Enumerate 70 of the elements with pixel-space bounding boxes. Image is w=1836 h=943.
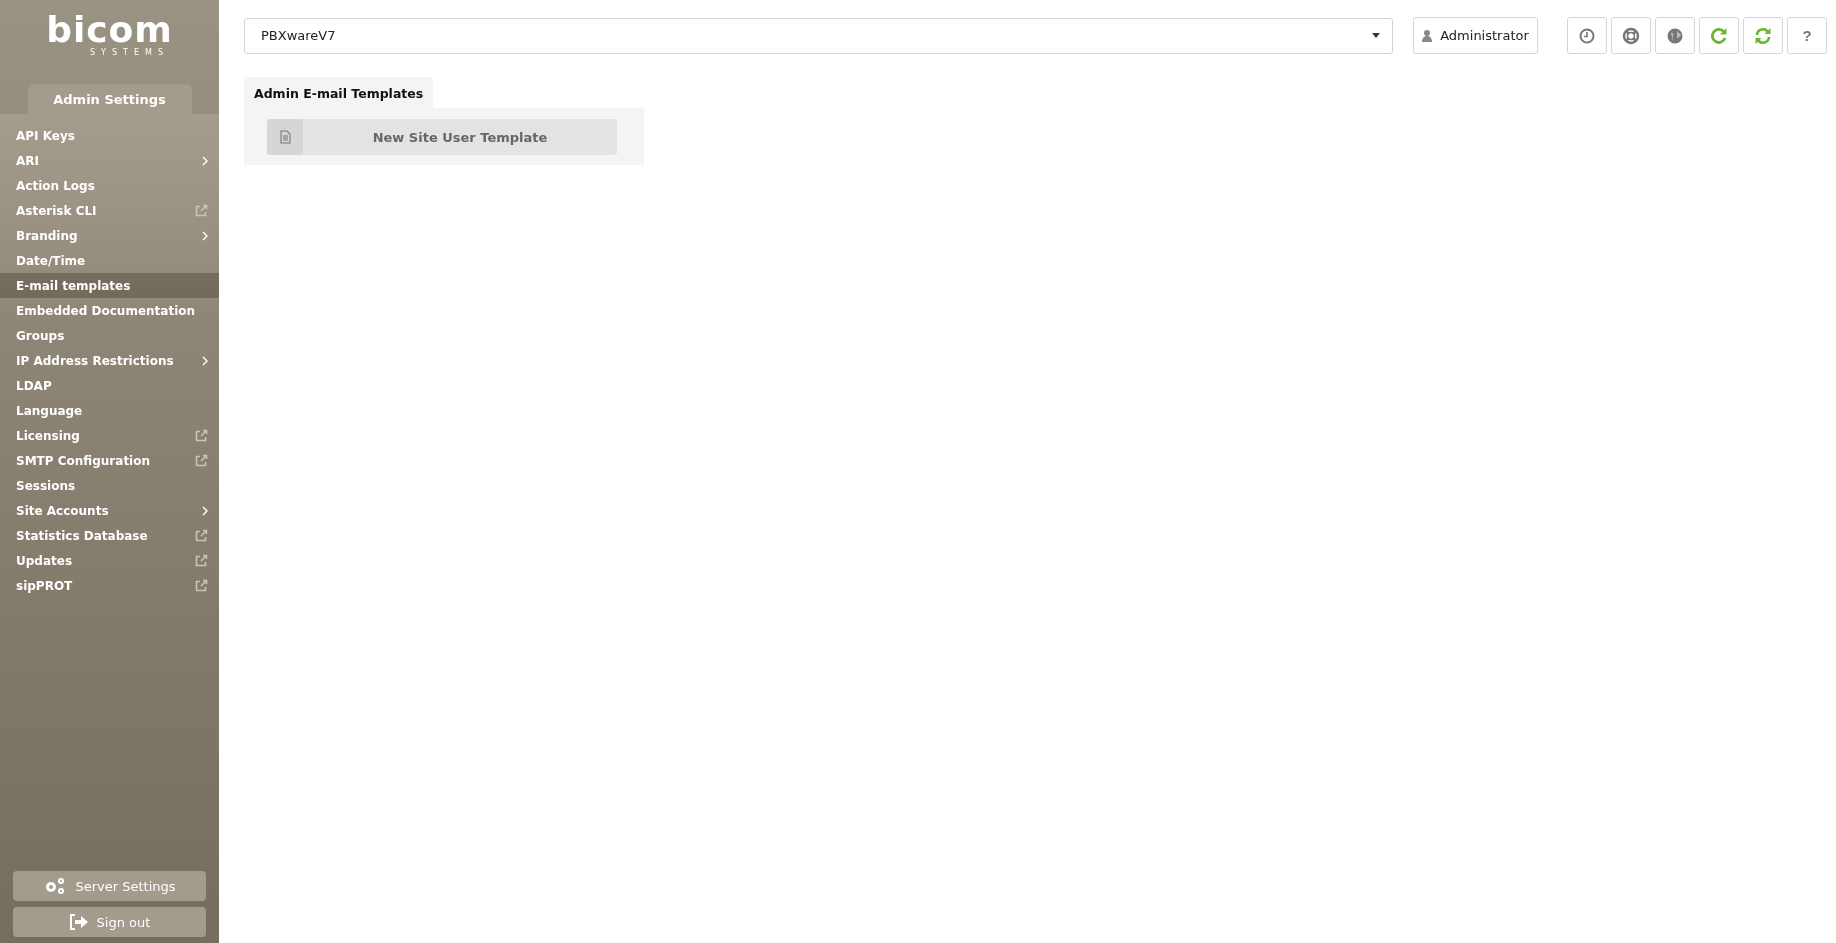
menu-label: Sessions (16, 478, 76, 493)
logo: bicom (46, 12, 173, 48)
external-link-icon (194, 528, 208, 543)
menu-label: Embedded Documentation (16, 303, 196, 318)
sync-icon (1754, 26, 1772, 45)
content-tab[interactable]: Admin E-mail Templates (244, 77, 434, 108)
menu-label: LDAP (16, 378, 52, 393)
menu-label: Licensing (16, 428, 80, 443)
sign-out-button[interactable]: Sign out (13, 907, 206, 937)
reload-button[interactable] (1699, 17, 1739, 54)
menu-label: SMTP Configuration (16, 453, 150, 468)
menu-label: E-mail templates (16, 278, 131, 293)
menu-label: Date/Time (16, 253, 86, 268)
caret-icon (1372, 33, 1380, 38)
menu-label: API Keys (16, 128, 75, 143)
menu-item[interactable]: Statistics Database (0, 523, 219, 548)
menu-label: Language (16, 403, 83, 418)
logo-tagline: SYSTEMS (90, 48, 169, 57)
clock-icon (1579, 27, 1595, 44)
external-link-icon (194, 553, 208, 568)
lifebuoy-icon (1622, 26, 1640, 45)
menu-label: Groups (16, 328, 65, 343)
chevron-icon (202, 355, 208, 366)
user-icon (1422, 29, 1433, 42)
menu-label: sipPROT (16, 578, 73, 593)
menu-item[interactable]: sipPROT (0, 573, 219, 598)
menu-label: IP Address Restrictions (16, 353, 174, 368)
sign-out-icon (68, 913, 89, 931)
menu-item[interactable]: API Keys (0, 123, 219, 148)
sidebar-tab[interactable]: Admin Settings (27, 84, 192, 114)
menu-label: Action Logs (16, 178, 95, 193)
clock-button[interactable] (1567, 17, 1607, 54)
external-link-icon (194, 428, 208, 443)
external-link-icon (194, 203, 208, 218)
menu-label: Site Accounts (16, 503, 109, 518)
external-link-icon (194, 578, 208, 593)
server-select[interactable]: PBXwareV7 (244, 17, 1393, 54)
globe-button[interactable] (1655, 17, 1695, 54)
reload-icon (1710, 26, 1728, 45)
menu-label: Statistics Database (16, 528, 148, 543)
menu-item[interactable]: Sessions (0, 473, 219, 498)
template-button[interactable]: New Site User Template (267, 119, 617, 155)
help-button[interactable]: ? (1787, 17, 1827, 54)
menu-label: ARI (16, 153, 39, 168)
menu-item[interactable]: E-mail templates (0, 273, 219, 298)
menu-item[interactable]: ARI (0, 148, 219, 173)
menu-item[interactable]: Language (0, 398, 219, 423)
menu-label: Updates (16, 553, 73, 568)
chevron-icon (202, 155, 208, 166)
server-settings-button[interactable]: Server Settings (13, 871, 206, 901)
menu-item[interactable]: Groups (0, 323, 219, 348)
chevron-icon (202, 505, 208, 516)
chevron-icon (202, 230, 208, 241)
menu-item[interactable]: Site Accounts (0, 498, 219, 523)
lifebuoy-button[interactable] (1611, 17, 1651, 54)
menu-item[interactable]: Action Logs (0, 173, 219, 198)
menu-item[interactable]: Branding (0, 223, 219, 248)
menu-item[interactable]: IP Address Restrictions (0, 348, 219, 373)
menu-item[interactable]: Licensing (0, 423, 219, 448)
menu-item[interactable]: Embedded Documentation (0, 298, 219, 323)
sync-button[interactable] (1743, 17, 1783, 54)
menu-item[interactable]: Updates (0, 548, 219, 573)
menu-label: Asterisk CLI (16, 203, 97, 218)
menu-item[interactable]: Asterisk CLI (0, 198, 219, 223)
menu-item[interactable]: Date/Time (0, 248, 219, 273)
external-link-icon (194, 453, 208, 468)
menu-label: Branding (16, 228, 78, 243)
user-button[interactable]: Administrator (1413, 17, 1538, 54)
menu-item[interactable]: LDAP (0, 373, 219, 398)
menu-item[interactable]: SMTP Configuration (0, 448, 219, 473)
